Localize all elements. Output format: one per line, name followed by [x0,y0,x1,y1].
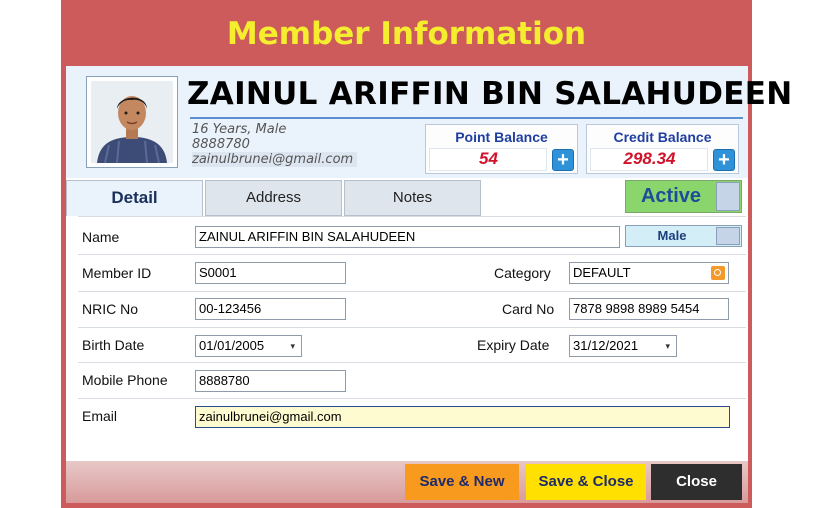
expiry-date-label: Expiry Date [477,337,550,353]
avatar [91,81,173,163]
save-new-button[interactable]: Save & New [405,464,519,500]
active-status-toggle[interactable]: Active [625,180,742,213]
save-close-button[interactable]: Save & Close [526,464,646,500]
mobile-phone-label: Mobile Phone [82,372,168,388]
credit-balance-box: Credit Balance 298.34 + [586,124,739,174]
nric-field[interactable]: 00-123456 [195,298,346,320]
add-credit-icon[interactable]: + [713,149,735,171]
member-info-window: Member Information ZAINUL ARIFFIN BIN SA… [61,0,792,508]
credit-balance-value: 298.34 [623,149,676,168]
member-header: ZAINUL ARIFFIN BIN SALAHUDEEN 16 Years, … [66,66,792,178]
birth-date-field[interactable]: 01/01/2005 ▾ [195,335,302,357]
row-divider [78,291,746,292]
detail-form: Name ZAINUL ARIFFIN BIN SALAHUDEEN Male … [66,216,748,461]
row-divider [78,216,746,217]
birth-date-label: Birth Date [82,337,145,353]
category-field[interactable]: DEFAULT [569,262,729,284]
gender-toggle[interactable]: Male [625,225,742,247]
point-balance-value: 54 [479,149,498,168]
window-title: Member Information [226,16,587,52]
chevron-down-icon[interactable]: ▾ [290,336,295,356]
mobile-phone-field[interactable]: 8888780 [195,370,346,392]
active-status-label: Active [640,185,702,207]
tab-address[interactable]: Address [205,180,342,216]
name-field[interactable]: ZAINUL ARIFFIN BIN SALAHUDEEN [195,226,620,248]
birth-date-value: 01/01/2005 [199,338,265,353]
toggle-knob [716,182,740,211]
row-divider [78,362,746,363]
card-no-field[interactable]: 7878 9898 8989 5454 [569,298,729,320]
expiry-date-field[interactable]: 31/12/2021 ▾ [569,335,677,357]
member-photo[interactable] [86,76,178,168]
name-label: Name [82,229,120,245]
close-button[interactable]: Close [651,464,742,500]
member-email: zainulbrunei@gmail.com [192,152,358,167]
row-divider [78,327,746,328]
card-no-label: Card No [502,301,555,317]
button-bar: Save & New Save & Close Close [66,461,748,503]
chevron-down-icon[interactable]: ▾ [665,336,670,356]
tab-detail[interactable]: Detail [66,180,203,216]
row-divider [78,398,746,399]
email-field[interactable]: zainulbrunei@gmail.com [195,406,730,428]
member-panel: ZAINUL ARIFFIN BIN SALAHUDEEN 16 Years, … [66,66,792,461]
member-age-gender: 16 Years, Male [192,122,287,137]
add-points-icon[interactable]: + [552,149,574,171]
category-value: DEFAULT [573,265,631,280]
gender-knob [716,227,740,245]
nric-label: NRIC No [82,301,139,317]
credit-balance-label: Credit Balance [613,129,712,145]
search-icon[interactable] [711,266,725,280]
row-divider [78,254,746,255]
member-name-title: ZAINUL ARIFFIN BIN SALAHUDEEN [187,76,793,112]
point-balance-box: Point Balance 54 + [425,124,578,174]
name-divider [190,117,743,119]
gender-value: Male [657,228,687,243]
category-label: Category [494,265,551,281]
member-id-label: Member ID [82,265,152,281]
member-phone: 8888780 [192,137,250,152]
member-id-field[interactable]: S0001 [195,262,346,284]
expiry-date-value: 31/12/2021 [573,338,639,353]
email-label: Email [82,408,118,424]
tab-notes[interactable]: Notes [344,180,481,216]
point-balance-label: Point Balance [455,129,548,145]
